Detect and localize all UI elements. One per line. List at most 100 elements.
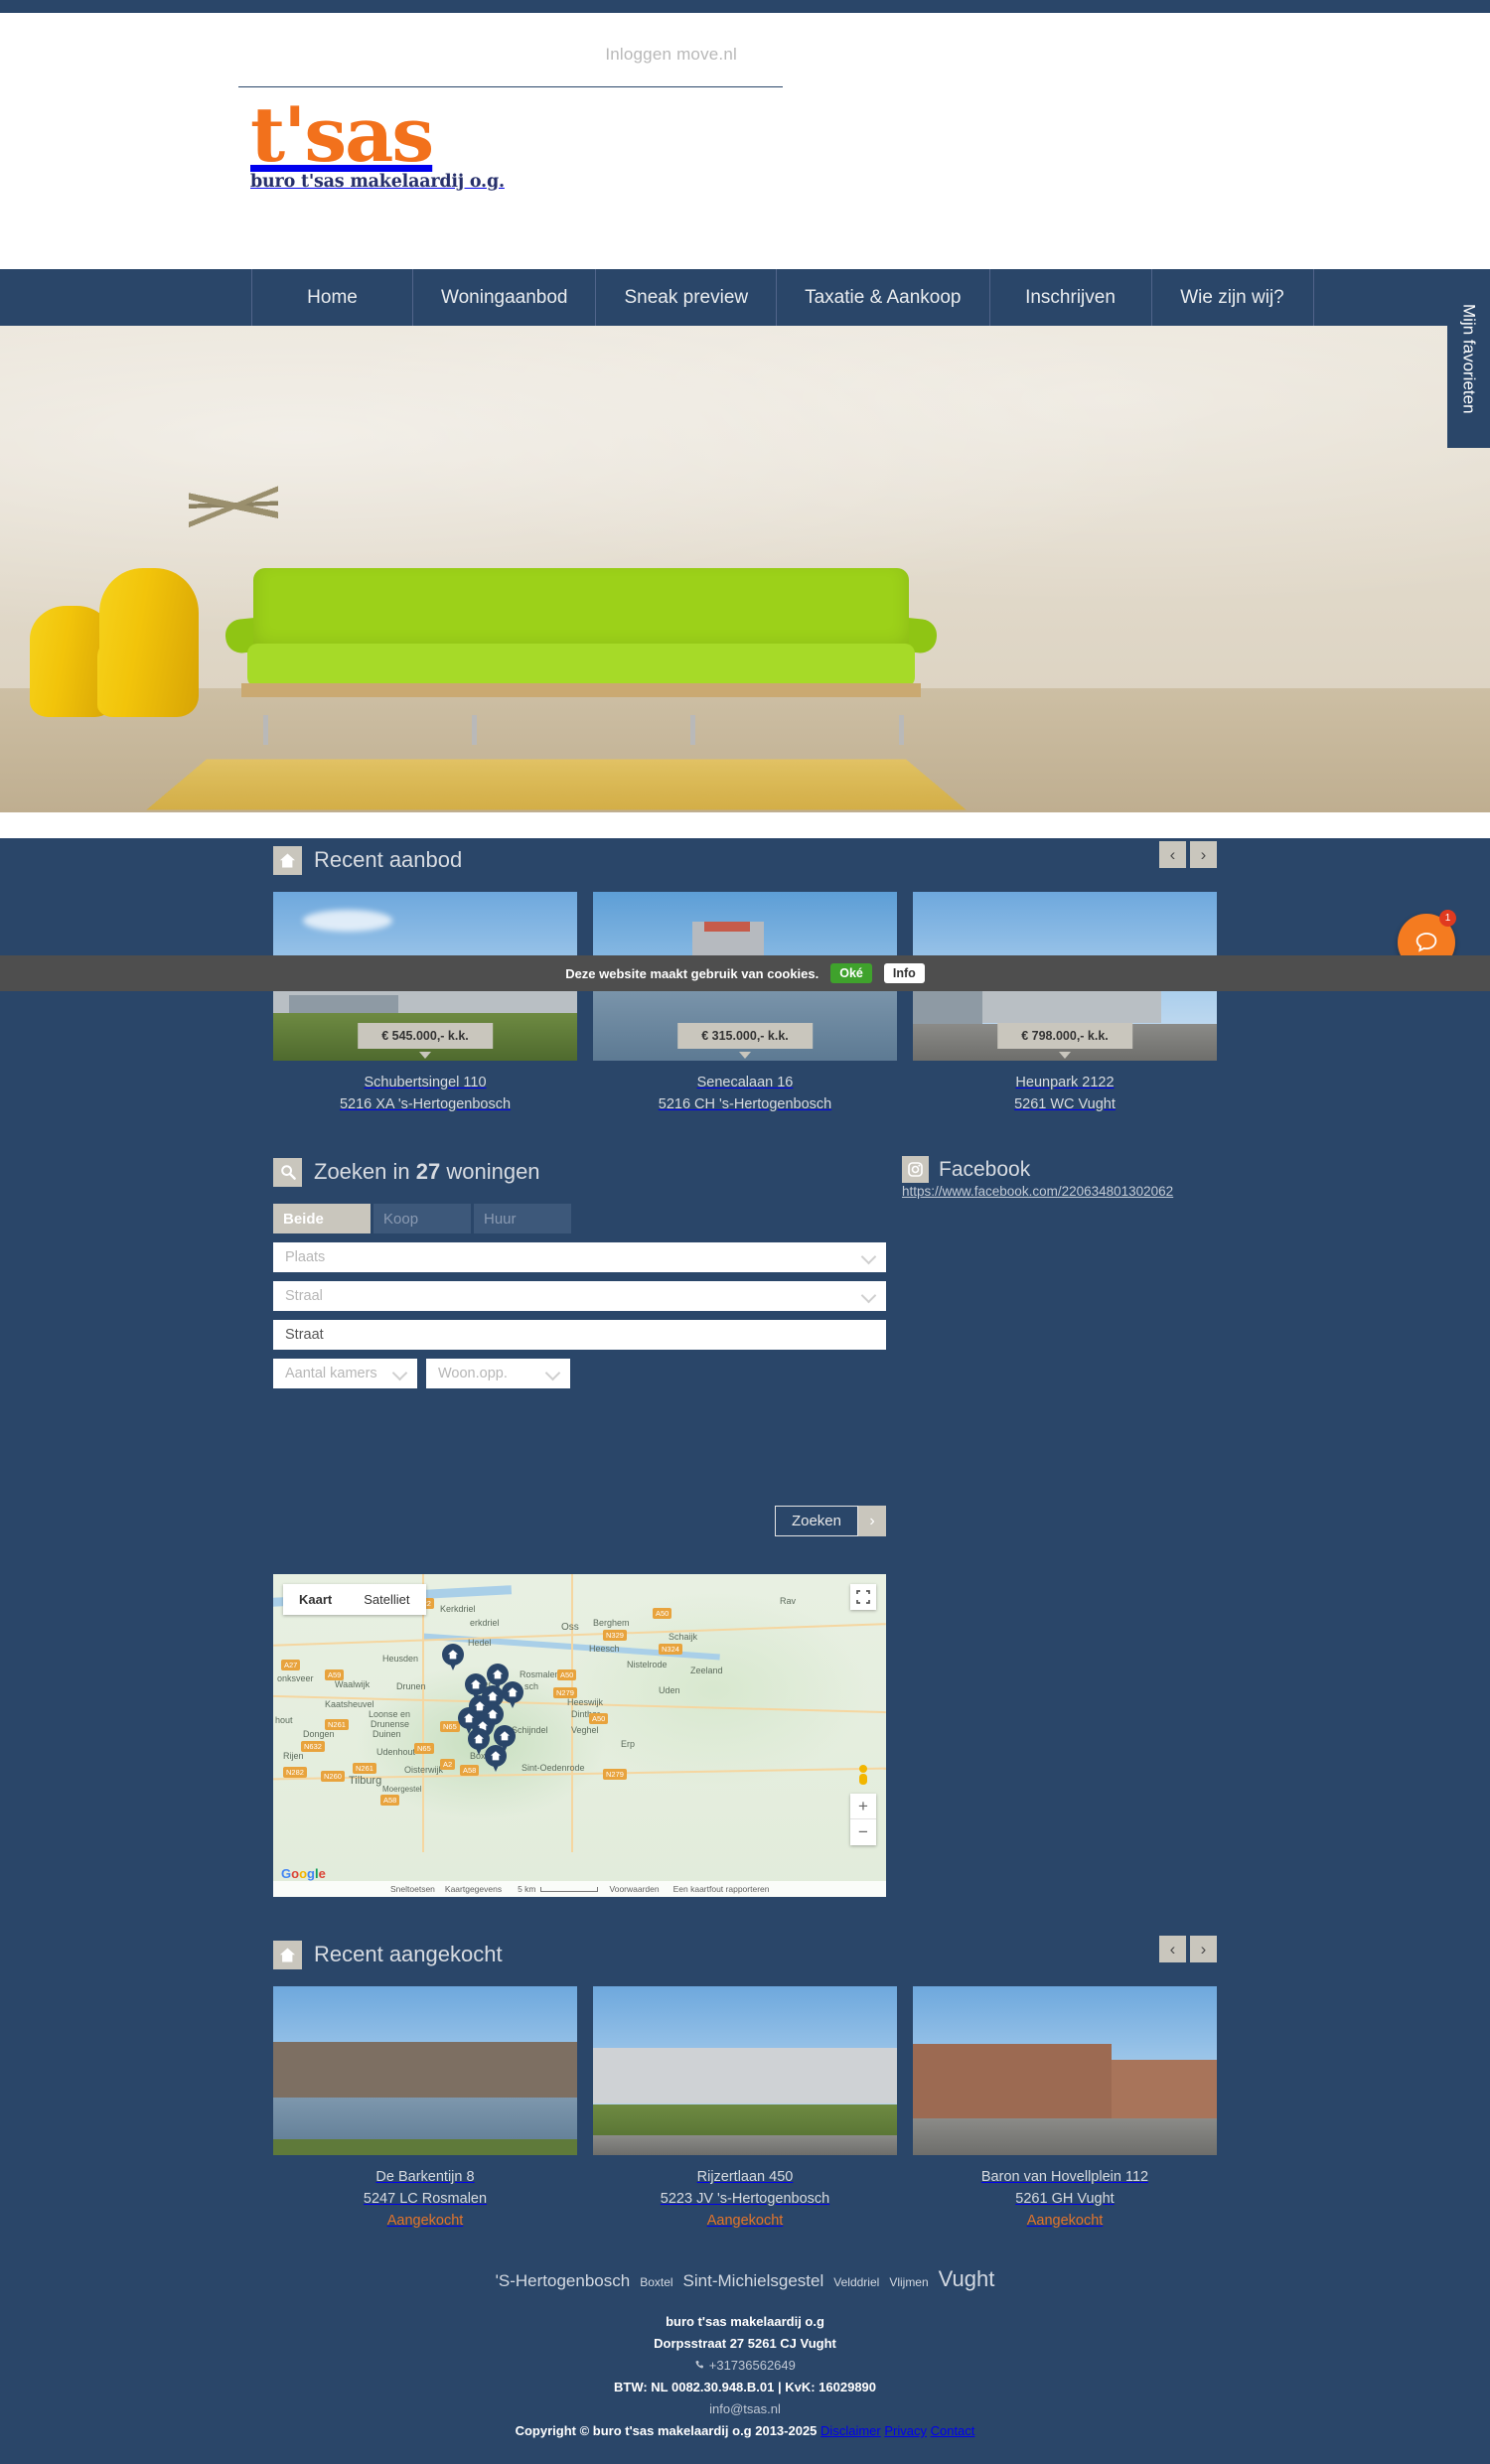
property-price: € 798.000,- k.k. xyxy=(997,1023,1132,1049)
map-road-shield: N65 xyxy=(414,1743,434,1754)
nav-item-inschrijven[interactable]: Inschrijven xyxy=(990,269,1152,326)
woon-opp-select[interactable]: Woon.opp. xyxy=(426,1359,570,1388)
footer-city[interactable]: Velddriel xyxy=(833,2275,879,2289)
recent-aangekocht-header: Recent aangekocht ‹ › xyxy=(273,1933,1217,1976)
sold-property-card[interactable]: Rijzertlaan 450 5223 JV 's-Hertogenbosch… xyxy=(593,1986,897,2229)
map-place-label: Moergestel xyxy=(382,1785,422,1794)
photo-building xyxy=(593,2048,897,2103)
map-shortcuts-label[interactable]: Sneltoetsen xyxy=(390,1884,435,1894)
footer-city[interactable]: 'S-Hertogenbosch xyxy=(496,2271,631,2290)
footer-address: Dorpsstraat 27 5261 CJ Vught xyxy=(654,2336,836,2351)
toggle-huur[interactable]: Huur xyxy=(474,1204,571,1233)
plaats-select[interactable]: Plaats xyxy=(273,1242,886,1272)
footer-link-contact[interactable]: Contact xyxy=(931,2423,975,2438)
map-data-label: Kaartgegevens xyxy=(444,1884,503,1894)
street-view-pegman-icon[interactable] xyxy=(853,1764,873,1790)
footer-city[interactable]: Sint-Michielsgestel xyxy=(683,2271,824,2290)
footer-phone[interactable]: +31736562649 xyxy=(709,2358,796,2373)
map-place-label: Heusden xyxy=(382,1654,419,1664)
map-place-label: Rijen xyxy=(283,1751,304,1761)
carousel-prev-button[interactable]: ‹ xyxy=(1159,1936,1186,1962)
chevron-down-icon xyxy=(391,1365,408,1381)
map-place-label: Hedel xyxy=(468,1638,492,1648)
recent-aanbod-cards: € 545.000,- k.k. Schubertsingel 110 5216… xyxy=(273,892,1217,1112)
map-property-pin[interactable] xyxy=(442,1644,464,1671)
footer-link-privacy[interactable]: Privacy xyxy=(884,2423,927,2438)
property-card[interactable]: € 315.000,- k.k. Senecalaan 16 5216 CH '… xyxy=(593,892,897,1112)
map-terms-label[interactable]: Voorwaarden xyxy=(610,1884,660,1894)
property-zip: 5216 CH 's-Hertogenbosch xyxy=(658,1096,832,1112)
cookie-info-button[interactable]: Info xyxy=(883,963,925,983)
property-address: De Barkentijn 8 xyxy=(375,2169,475,2185)
nav-item-home[interactable]: Home xyxy=(251,269,413,326)
footer-link-disclaimer[interactable]: Disclaimer xyxy=(820,2423,881,2438)
property-address: Schubertsingel 110 xyxy=(364,1075,487,1090)
map-place-label: Schijndel xyxy=(512,1725,548,1735)
property-address: Baron van Hovellplein 112 xyxy=(980,2169,1149,2185)
couch-leg xyxy=(472,715,477,745)
footer-tax-info: BTW: NL 0082.30.948.B.01 | KvK: 16029890 xyxy=(613,2380,877,2394)
map-property-pin[interactable] xyxy=(502,1681,523,1709)
favorites-side-tab[interactable]: Mijn favorieten xyxy=(1447,269,1490,448)
footer-copyright: Copyright © buro t'sas makelaardij o.g 2… xyxy=(515,2423,818,2438)
phone-icon xyxy=(694,2358,709,2373)
property-zip: 5261 GH Vught xyxy=(1015,2191,1115,2207)
toggle-beide[interactable]: Beide xyxy=(273,1204,371,1233)
properties-map[interactable]: Kerkdriel erkdriel Rav Oss Berghem Schaijk Hed… xyxy=(273,1574,886,1897)
map-report-error-label[interactable]: Een kaartfout rapporteren xyxy=(673,1884,770,1894)
aantal-kamers-placeholder: Aantal kamers xyxy=(285,1366,377,1381)
zoom-out-button[interactable]: − xyxy=(850,1819,876,1845)
map-road-shield: N632 xyxy=(301,1741,325,1752)
map-place-label: Oss xyxy=(561,1622,579,1633)
fullscreen-icon[interactable] xyxy=(850,1584,876,1610)
property-card[interactable]: € 798.000,- k.k. Heunpark 2122 5261 WC V… xyxy=(913,892,1217,1112)
recent-aangekocht-cards: De Barkentijn 8 5247 LC Rosmalen Aangeko… xyxy=(273,1986,1217,2229)
brand-row: t'sas buro t'sas makelaardij o.g. xyxy=(0,72,1490,289)
nav-item-sneak-preview[interactable]: Sneak preview xyxy=(596,269,778,326)
zoom-in-button[interactable]: + xyxy=(850,1794,876,1819)
nav-item-taxatie-aankoop[interactable]: Taxatie & Aankoop xyxy=(777,269,990,326)
photo-brick-facade xyxy=(913,2044,1112,2119)
sold-property-card[interactable]: De Barkentijn 8 5247 LC Rosmalen Aangeko… xyxy=(273,1986,577,2229)
site-logo[interactable]: t'sas buro t'sas makelaardij o.g. xyxy=(250,97,505,192)
map-place-label: Veghel xyxy=(571,1725,599,1735)
search-submit-button[interactable]: Zoeken › xyxy=(774,1506,886,1536)
map-place-label: Drunense xyxy=(371,1719,410,1729)
straal-select[interactable]: Straal xyxy=(273,1281,886,1311)
footer-city[interactable]: Vught xyxy=(939,2266,995,2291)
map-tab-satelliet[interactable]: Satelliet xyxy=(348,1584,425,1615)
carousel-prev-button[interactable]: ‹ xyxy=(1159,841,1186,868)
couch-base xyxy=(241,683,921,697)
status-badge: Aangekocht xyxy=(1026,2213,1104,2229)
map-place-label: Waalwijk xyxy=(335,1679,371,1689)
map-road-shield: N282 xyxy=(283,1767,307,1778)
cookie-accept-button[interactable]: Oké xyxy=(830,963,872,983)
straat-input[interactable]: Straat xyxy=(273,1320,886,1350)
site-footer: 'S-Hertogenbosch Boxtel Sint-Michielsgeste… xyxy=(0,2229,1490,2464)
map-place-label: Kaatsheuvel xyxy=(325,1699,374,1709)
nav-item-wie-zijn-wij[interactable]: Wie zijn wij? xyxy=(1152,269,1314,326)
carousel-next-button[interactable]: › xyxy=(1190,841,1217,868)
recent-aanbod-carousel-controls: ‹ › xyxy=(1159,841,1217,868)
property-card[interactable]: € 545.000,- k.k. Schubertsingel 110 5216… xyxy=(273,892,577,1112)
login-move-link[interactable]: Inloggen move.nl xyxy=(605,45,737,65)
sold-property-card[interactable]: Baron van Hovellplein 112 5261 GH Vught … xyxy=(913,1986,1217,2229)
house-icon xyxy=(273,845,302,875)
footer-email[interactable]: info@tsas.nl xyxy=(0,2401,1490,2416)
search-title: Zoeken in 27 woningen xyxy=(314,1159,540,1185)
map-tab-kaart[interactable]: Kaart xyxy=(283,1584,348,1615)
recent-aanbod-title: Recent aanbod xyxy=(314,847,463,872)
pin-tip xyxy=(492,1763,500,1772)
footer-city[interactable]: Boxtel xyxy=(640,2275,672,2289)
map-place-label: Loonse en xyxy=(369,1709,411,1719)
property-zip: 5261 WC Vught xyxy=(1014,1096,1116,1112)
carousel-next-button[interactable]: › xyxy=(1190,1936,1217,1962)
nav-item-woningaanbod[interactable]: Woningaanbod xyxy=(413,269,597,326)
facebook-url-link[interactable]: https://www.facebook.com/220634801302062 xyxy=(902,1184,1173,1199)
toggle-koop[interactable]: Koop xyxy=(373,1204,471,1233)
footer-city[interactable]: Vlijmen xyxy=(889,2275,928,2289)
aantal-kamers-select[interactable]: Aantal kamers xyxy=(273,1359,417,1388)
map-property-pin[interactable] xyxy=(485,1745,507,1773)
google-logo: Google xyxy=(281,1866,326,1881)
secondary-filters: Aantal kamers Woon.opp. xyxy=(273,1350,886,1388)
